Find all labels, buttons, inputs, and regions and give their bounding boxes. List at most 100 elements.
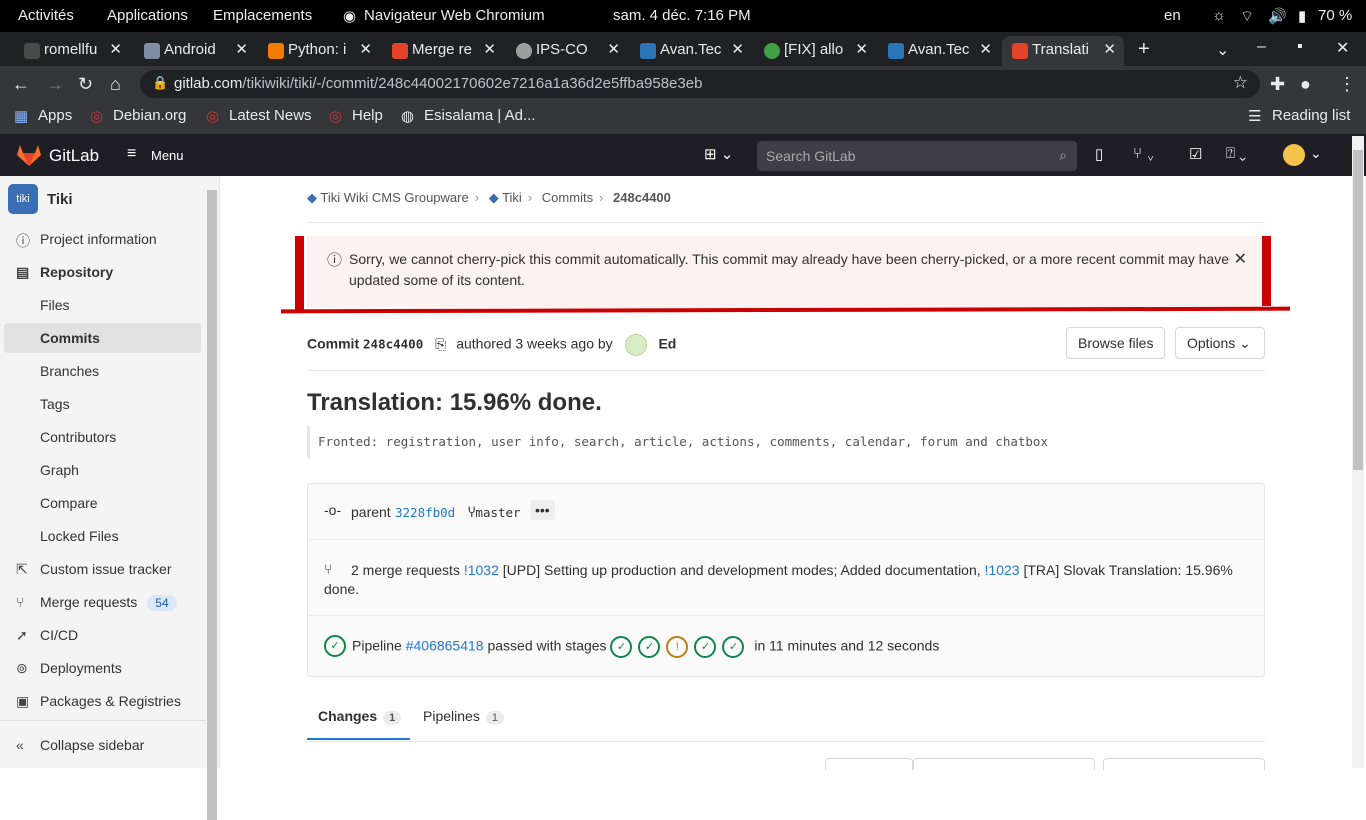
create-new-icon[interactable]: ⊞ ⌄ bbox=[704, 145, 733, 163]
bookmark-help[interactable]: Help bbox=[352, 107, 383, 124]
browse-files-button[interactable]: Browse files bbox=[1066, 327, 1166, 359]
browser-tab[interactable]: IPS-CO ✕ bbox=[506, 36, 628, 66]
close-tab-icon[interactable]: ✕ bbox=[235, 40, 248, 58]
todos-icon[interactable]: ☑ bbox=[1189, 145, 1202, 163]
issues-icon[interactable]: ▯ bbox=[1095, 145, 1103, 163]
applications-menu[interactable]: Applications bbox=[107, 7, 188, 24]
toolbar-button[interactable] bbox=[825, 758, 913, 770]
pipeline-link[interactable]: #406865418 bbox=[406, 638, 484, 654]
sidebar-scrollbar[interactable] bbox=[206, 178, 218, 820]
sidebar-item-packages[interactable]: ▣ Packages & Registries bbox=[4, 686, 201, 716]
maximize-icon[interactable]: ▪ bbox=[1297, 38, 1303, 56]
sidebar-item-merge-requests[interactable]: ⑂ Merge requests 54 bbox=[4, 587, 201, 617]
back-icon[interactable]: ← bbox=[12, 74, 30, 95]
tab-pipelines[interactable]: Pipelines 1 bbox=[423, 708, 504, 725]
browser-tab[interactable]: [FIX] allo ✕ bbox=[754, 36, 876, 66]
tab-search-icon[interactable]: ⌄ bbox=[1216, 40, 1229, 60]
wifi-icon[interactable]: ⌔ bbox=[1240, 7, 1254, 26]
sidebar-item-files[interactable]: Files bbox=[4, 290, 201, 320]
close-tab-icon[interactable]: ✕ bbox=[109, 40, 122, 58]
close-window-icon[interactable]: ✕ bbox=[1336, 38, 1349, 58]
hamburger-icon[interactable]: ≡ bbox=[127, 145, 136, 163]
bookmark-latest-news[interactable]: Latest News bbox=[229, 107, 312, 124]
sidebar-item-repository[interactable]: ▤ Repository bbox=[4, 257, 201, 287]
new-tab-button[interactable]: + bbox=[1138, 38, 1150, 61]
battery-icon[interactable]: ▮ bbox=[1298, 7, 1306, 25]
volume-icon[interactable]: 🔊 bbox=[1268, 7, 1287, 25]
page-scrollbar[interactable] bbox=[1352, 136, 1364, 768]
extensions-icon[interactable]: ✚ bbox=[1270, 74, 1285, 95]
scrollbar-thumb[interactable] bbox=[1353, 150, 1363, 470]
minimize-icon[interactable]: – bbox=[1257, 38, 1266, 56]
browser-tab[interactable]: Merge re ✕ bbox=[382, 36, 504, 66]
help-icon[interactable]: ⍰ ⌄ bbox=[1226, 145, 1246, 162]
brightness-icon[interactable]: ☼ bbox=[1212, 7, 1226, 24]
sidebar-item-locked-files[interactable]: Locked Files bbox=[4, 521, 201, 551]
merge-request-link[interactable]: !1032 bbox=[464, 562, 499, 578]
stage-warning-icon[interactable]: ! bbox=[666, 636, 689, 658]
forward-icon[interactable]: → bbox=[46, 74, 64, 95]
tab-changes[interactable]: Changes 1 bbox=[318, 708, 402, 725]
browser-tab[interactable]: romellfu ✕ bbox=[8, 36, 130, 66]
active-app-name[interactable]: Navigateur Web Chromium bbox=[364, 7, 545, 24]
more-branches-button[interactable]: ••• bbox=[530, 500, 555, 520]
breadcrumb-item[interactable]: Tiki bbox=[502, 190, 522, 205]
collapse-sidebar-button[interactable]: «Collapse sidebar bbox=[4, 730, 201, 760]
sidebar-item-graph[interactable]: Graph bbox=[4, 455, 201, 485]
bookmark-debian[interactable]: Debian.org bbox=[113, 107, 186, 124]
browser-menu-icon[interactable]: ⋮ bbox=[1338, 74, 1356, 95]
toolbar-button[interactable] bbox=[913, 758, 1095, 770]
home-icon[interactable]: ⌂ bbox=[110, 74, 121, 95]
gitlab-brand[interactable]: GitLab bbox=[49, 146, 99, 166]
branch-label[interactable]: Ⴤmaster bbox=[468, 505, 521, 520]
breadcrumb-item[interactable]: Tiki Wiki CMS Groupware bbox=[320, 190, 468, 205]
browser-tab[interactable]: Python: i ✕ bbox=[258, 36, 380, 66]
bookmark-esisalama[interactable]: Esisalama | Ad... bbox=[424, 107, 535, 124]
sidebar-item-project-information[interactable]: ⓘ Project information bbox=[4, 224, 201, 254]
reload-icon[interactable]: ↻ bbox=[78, 74, 93, 95]
reading-list-button[interactable]: Reading list bbox=[1272, 107, 1350, 124]
browser-tab[interactable]: Avan.Tec ✕ bbox=[878, 36, 1000, 66]
merge-request-link[interactable]: !1023 bbox=[985, 562, 1020, 578]
pipeline-passed-icon[interactable]: ✓ bbox=[324, 635, 346, 657]
user-avatar[interactable] bbox=[1283, 144, 1305, 166]
clock[interactable]: sam. 4 déc. 7:16 PM bbox=[613, 7, 751, 24]
parent-commit-link[interactable]: 3228fb0d bbox=[395, 505, 455, 520]
places-menu[interactable]: Emplacements bbox=[213, 7, 312, 24]
sidebar-item-tags[interactable]: Tags bbox=[4, 389, 201, 419]
close-tab-icon[interactable]: ✕ bbox=[1103, 40, 1116, 58]
merge-requests-icon[interactable]: ⑂ ⌄ bbox=[1133, 145, 1155, 162]
stage-passed-icon[interactable]: ✓ bbox=[638, 636, 661, 658]
close-tab-icon[interactable]: ✕ bbox=[483, 40, 496, 58]
sidebar-item-contributors[interactable]: Contributors bbox=[4, 422, 201, 452]
activities-button[interactable]: Activités bbox=[18, 7, 74, 24]
browser-tab[interactable]: Avan.Tec ✕ bbox=[630, 36, 752, 66]
breadcrumb-current[interactable]: 248c4400 bbox=[613, 190, 671, 205]
browser-tab-active[interactable]: Translati ✕ bbox=[1002, 36, 1124, 66]
close-icon[interactable]: ✕ bbox=[1234, 249, 1247, 270]
sidebar-item-commits[interactable]: Commits bbox=[4, 323, 201, 353]
toolbar-button[interactable] bbox=[1103, 758, 1265, 770]
bookmark-apps[interactable]: Apps bbox=[38, 107, 72, 124]
sidebar-item-deployments[interactable]: ⊚ Deployments bbox=[4, 653, 201, 683]
profile-icon[interactable]: ● bbox=[1300, 74, 1311, 95]
stage-passed-icon[interactable]: ✓ bbox=[694, 636, 717, 658]
project-avatar[interactable]: tiki bbox=[8, 184, 38, 214]
chevron-down-icon[interactable]: ⌄ bbox=[1310, 145, 1322, 162]
close-tab-icon[interactable]: ✕ bbox=[607, 40, 620, 58]
sidebar-item-branches[interactable]: Branches bbox=[4, 356, 201, 386]
project-name[interactable]: Tiki bbox=[47, 191, 73, 208]
sidebar-item-ci-cd[interactable]: ➚ CI/CD bbox=[4, 620, 201, 650]
address-bar[interactable]: 🔒 gitlab.com/tikiwiki/tiki/-/commit/248c… bbox=[140, 70, 1260, 98]
browser-tab[interactable]: Android ✕ bbox=[134, 36, 256, 66]
close-tab-icon[interactable]: ✕ bbox=[855, 40, 868, 58]
apps-grid-icon[interactable]: ▦ bbox=[14, 107, 28, 125]
search-input[interactable]: Search GitLab ⌕ bbox=[757, 141, 1077, 171]
options-button[interactable]: Options ⌄ bbox=[1175, 327, 1265, 359]
scrollbar-thumb[interactable] bbox=[207, 190, 217, 820]
gitlab-logo-icon[interactable] bbox=[16, 143, 42, 167]
close-tab-icon[interactable]: ✕ bbox=[359, 40, 372, 58]
sidebar-item-custom-issue-tracker[interactable]: ⇱ Custom issue tracker bbox=[4, 554, 201, 584]
menu-button[interactable]: Menu bbox=[151, 148, 184, 163]
bookmark-star-icon[interactable]: ☆ bbox=[1233, 73, 1248, 93]
